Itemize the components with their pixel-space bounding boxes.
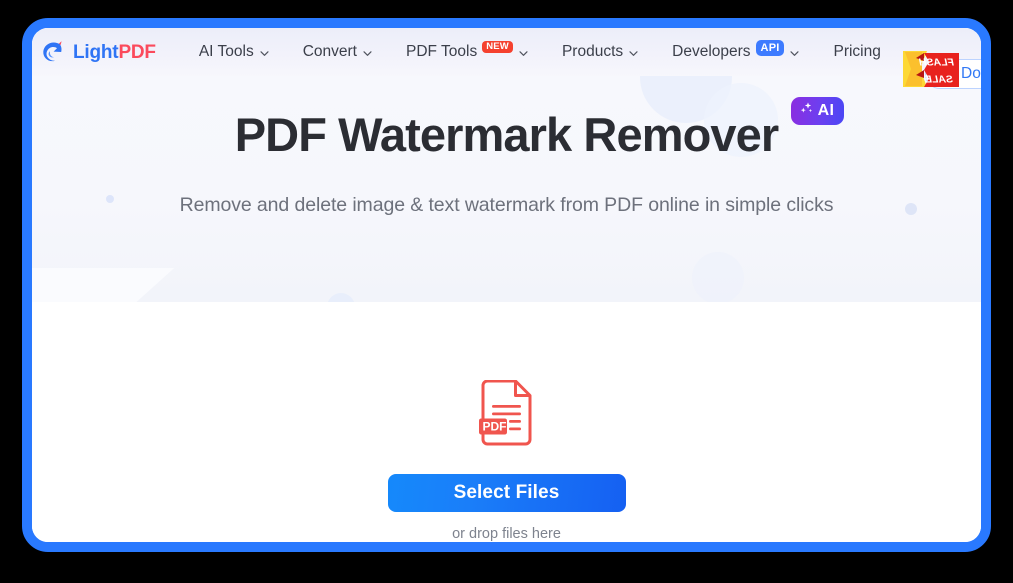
drop-files-hint: or drop files here: [452, 526, 561, 542]
nav-item-pdf-tools[interactable]: PDF Tools NEW: [389, 28, 545, 76]
page-title-text: PDF Watermark Remover: [234, 108, 779, 161]
svg-text:PDF: PDF: [482, 420, 506, 434]
nav-item-label: Convert: [302, 43, 357, 60]
page-title: PDF Watermark Remover AI: [234, 97, 845, 161]
sparkle-icon: [799, 101, 814, 120]
chevron-down-icon: [259, 48, 269, 58]
nav-item-label: Developers: [672, 43, 751, 60]
decorative-circle: [327, 293, 355, 302]
page-content: LightPDF AI Tools Convert PDF Tools NEW: [32, 28, 981, 542]
browser-frame: LightPDF AI Tools Convert PDF Tools NEW: [22, 18, 991, 552]
screen-backdrop: LightPDF AI Tools Convert PDF Tools NEW: [0, 0, 1013, 583]
chevron-down-icon: [789, 48, 800, 58]
svg-text:FLASH: FLASH: [919, 57, 954, 69]
hero-section: PDF Watermark Remover AI Remove and dele…: [32, 76, 981, 302]
nav-item-label: Pricing: [833, 43, 881, 60]
nav-item-convert[interactable]: Convert: [286, 28, 389, 76]
badge-new: NEW: [482, 40, 513, 54]
page-subtitle: Remove and delete image & text watermark…: [179, 193, 834, 216]
logo-text-pdf: PDF: [118, 41, 156, 63]
nav-item-developers[interactable]: Developers API: [655, 28, 816, 76]
decorative-wedge: [32, 268, 175, 302]
chevron-down-icon: [518, 48, 528, 58]
nav-item-pricing[interactable]: Pricing: [816, 28, 897, 76]
file-dropzone[interactable]: PDF Select Files or drop files here: [32, 302, 981, 542]
lightpdf-logo[interactable]: LightPDF: [40, 40, 156, 64]
ai-badge-label: AI: [817, 101, 835, 119]
download-button-label: Download: [961, 65, 981, 82]
hero-content: PDF Watermark Remover AI Remove and dele…: [32, 76, 981, 217]
nav-item-ai-tools[interactable]: AI Tools: [182, 28, 286, 76]
lightpdf-swoosh-logo-icon: [40, 40, 66, 64]
chevron-down-icon: [628, 48, 638, 58]
top-navigation-bar: LightPDF AI Tools Convert PDF Tools NEW: [32, 28, 981, 89]
logo-text-light: Light: [73, 41, 119, 63]
nav-item-label: Products: [561, 43, 624, 60]
pdf-file-icon: PDF: [478, 380, 535, 446]
nav-item-products[interactable]: Products: [545, 28, 655, 76]
nav-item-label: PDF Tools: [405, 43, 478, 60]
svg-text:SALE: SALE: [924, 74, 953, 86]
ai-badge: AI: [790, 97, 845, 125]
lightpdf-wordmark: LightPDF: [73, 43, 156, 62]
nav-item-label: AI Tools: [198, 43, 254, 60]
flash-sale-badge[interactable]: FLASH SALE: [898, 49, 960, 91]
decorative-circle: [692, 252, 744, 302]
chevron-down-icon: [362, 48, 372, 58]
select-files-button[interactable]: Select Files: [387, 474, 626, 512]
nav-items: AI Tools Convert PDF Tools NEW Products: [182, 28, 898, 76]
badge-api: API: [755, 40, 785, 56]
